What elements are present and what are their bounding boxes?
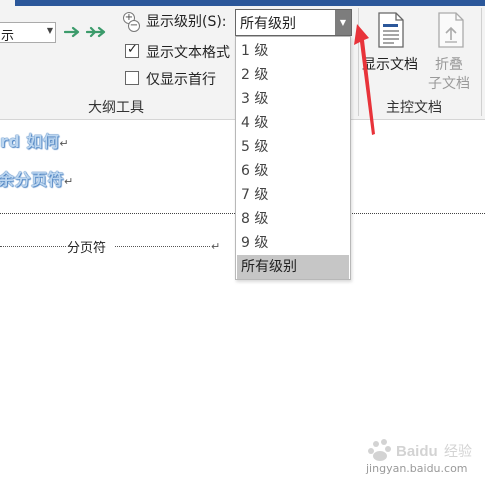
dropdown-option-level-9[interactable]: 9 级 <box>237 231 349 255</box>
show-first-line-only-checkbox[interactable] <box>125 71 139 85</box>
dropdown-option-level-6[interactable]: 6 级 <box>237 159 349 183</box>
title-bar-gap <box>0 0 15 6</box>
chevron-down-icon[interactable]: ▼ <box>47 26 53 35</box>
collapse-minus-icon[interactable]: − <box>128 20 140 32</box>
outline-heading-line[interactable]: 余分页符↵ <box>0 166 74 190</box>
double-arrow-right-green-icon <box>86 26 106 38</box>
svg-text:Baidu: Baidu <box>396 443 438 460</box>
dropdown-option-level-4[interactable]: 4 级 <box>237 111 349 135</box>
group-label-outline-tools: 大纲工具 <box>88 100 144 116</box>
dropdown-option-level-8[interactable]: 8 级 <box>237 207 349 231</box>
collapse-subdocuments-label-line2[interactable]: 子文档 <box>428 73 470 93</box>
dropdown-option-level-2[interactable]: 2 级 <box>237 63 349 87</box>
show-first-line-only-label[interactable]: 仅显示首行 <box>146 69 216 89</box>
outline-level-combo[interactable]: 示 ▼ <box>0 22 56 44</box>
show-text-format-label[interactable]: 显示文本格式 <box>146 42 230 62</box>
group-label-master-document: 主控文档 <box>386 100 442 116</box>
dropdown-option-level-5[interactable]: 5 级 <box>237 135 349 159</box>
show-level-label: 显示级别(S): <box>146 14 227 30</box>
outline-heading-line[interactable]: rd 如何↵ <box>0 128 69 152</box>
show-text-format-checkbox[interactable]: ✓ <box>125 42 139 58</box>
dropdown-option-level-1[interactable]: 1 级 <box>237 39 349 63</box>
collapse-subdocuments-label[interactable]: 折叠 <box>435 54 463 74</box>
show-level-dropdown-list: 1 级 2 级 3 级 4 级 5 级 6 级 7 级 8 级 9 级 所有级别 <box>235 36 351 280</box>
page-break-label[interactable]: 分页符 <box>67 237 106 256</box>
page-break-rule-right <box>115 246 210 247</box>
outline-level-combo-value: 示 <box>1 29 15 44</box>
paragraph-mark: ↵ <box>64 175 74 188</box>
arrow-right-green-icon <box>64 26 80 38</box>
paragraph-mark: ↵ <box>59 137 70 150</box>
page-break-rule-left <box>0 246 66 247</box>
dropdown-option-all-levels[interactable]: 所有级别 <box>237 255 349 279</box>
checkmark-icon: ✓ <box>127 42 138 57</box>
dropdown-option-level-7[interactable]: 7 级 <box>237 183 349 207</box>
title-bar-strip <box>0 0 485 6</box>
paragraph-mark: ↵ <box>211 240 221 253</box>
watermark-url: jingyan.baidu.com <box>366 462 468 475</box>
show-level-value: 所有级别 <box>240 16 296 32</box>
group-separator <box>481 8 482 116</box>
collapse-subdocuments-icon[interactable] <box>436 12 466 48</box>
heading-text: rd 如何 <box>0 132 60 151</box>
show-level-select[interactable]: 所有级别 ▼ <box>235 9 352 36</box>
dropdown-option-level-3[interactable]: 3 级 <box>237 87 349 111</box>
promote-button[interactable] <box>62 22 84 42</box>
heading-text: 余分页符 <box>0 170 65 189</box>
svg-text:经验: 经验 <box>444 444 472 460</box>
demote-to-body-button[interactable] <box>86 22 108 42</box>
red-pointer-arrow-icon <box>354 24 375 135</box>
